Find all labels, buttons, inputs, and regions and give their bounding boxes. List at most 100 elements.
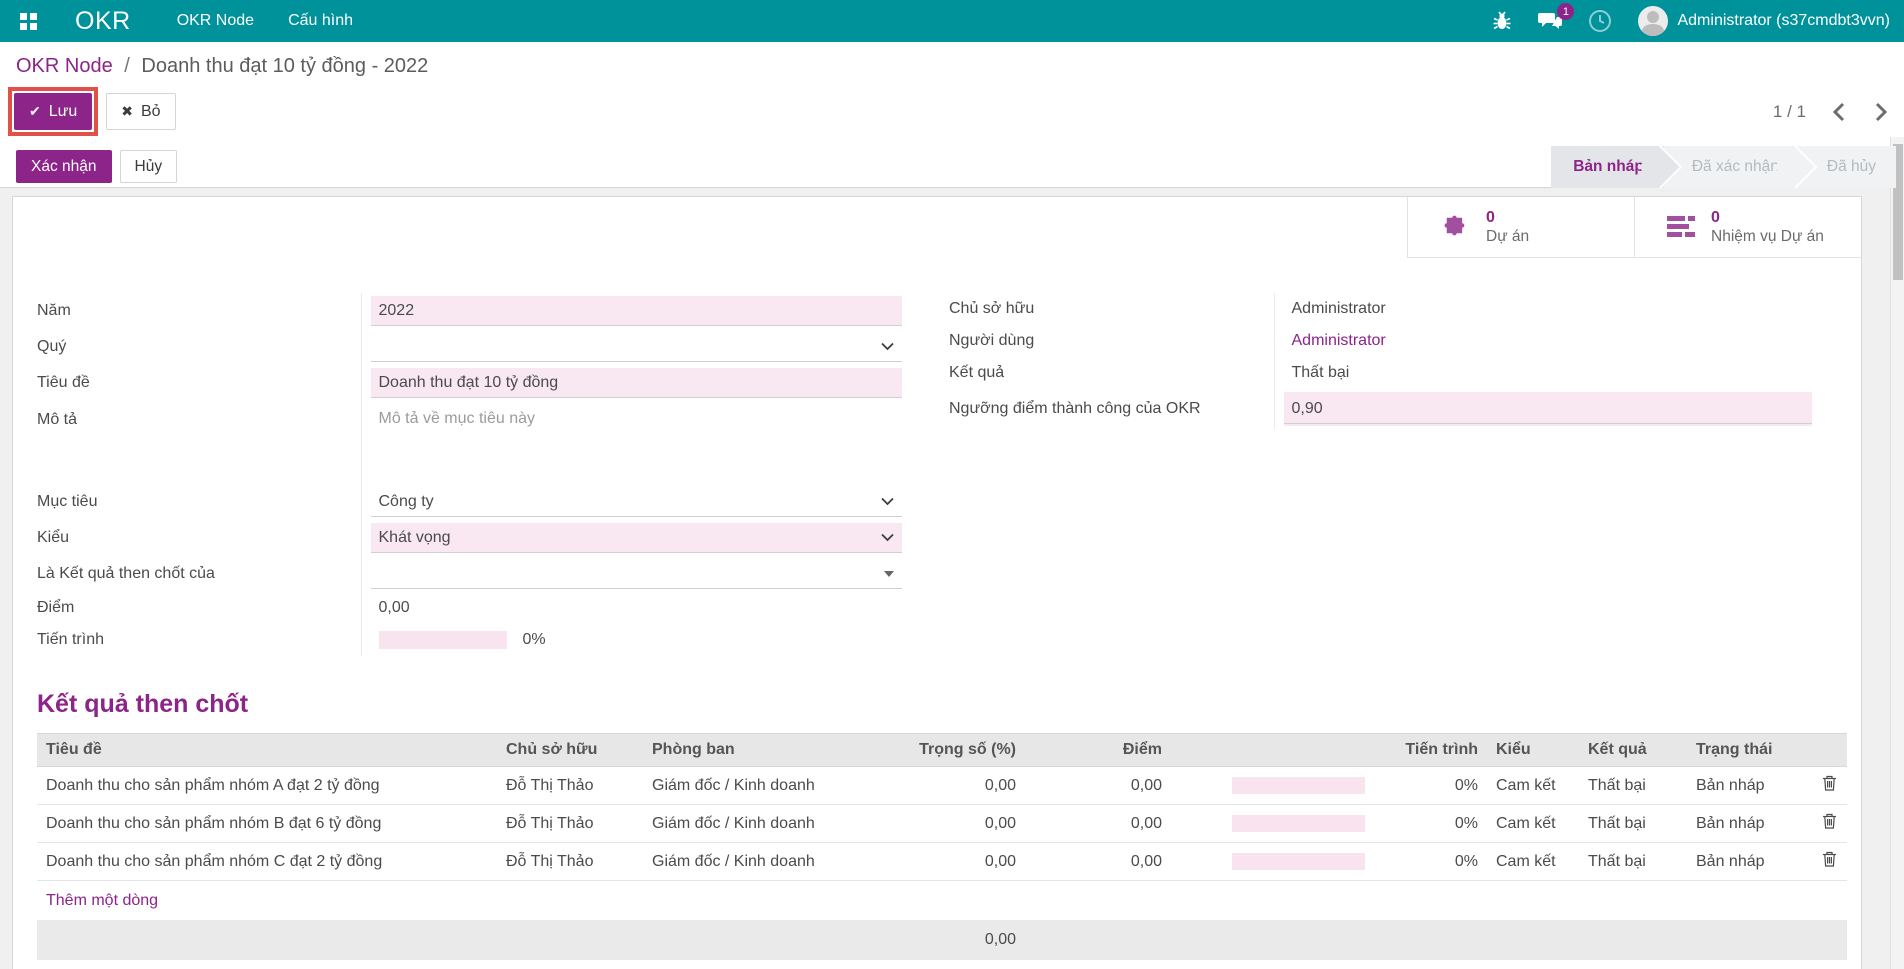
threshold-input[interactable] bbox=[1283, 394, 1812, 424]
cell-result: Thất bại bbox=[1579, 804, 1687, 843]
apps-menu-icon[interactable] bbox=[20, 12, 37, 30]
add-line-link[interactable]: Thêm một dòng bbox=[37, 881, 1845, 920]
col-progress[interactable]: Tiến trình bbox=[1171, 733, 1487, 767]
row-progress-bar bbox=[1232, 853, 1365, 870]
close-icon: ✖ bbox=[121, 103, 133, 119]
table-row[interactable]: Doanh thu cho sản phẩm nhóm C đạt 2 tỷ đ… bbox=[37, 842, 1847, 881]
cell-result: Thất bại bbox=[1579, 842, 1687, 881]
field-label-type: Kiểu bbox=[37, 529, 70, 546]
debug-bug-icon[interactable] bbox=[1492, 11, 1512, 31]
cell-dept: Giám đốc / Kinh doanh bbox=[643, 842, 873, 881]
col-actions bbox=[1811, 733, 1847, 767]
delete-row-button[interactable] bbox=[1811, 842, 1847, 881]
col-title[interactable]: Tiêu đề bbox=[37, 733, 497, 767]
progress-percent: 0% bbox=[522, 631, 546, 648]
menu-okr-node[interactable]: OKR Node bbox=[177, 12, 254, 30]
activities-clock-icon[interactable] bbox=[1588, 9, 1612, 33]
col-weight[interactable]: Trọng số (%) bbox=[873, 733, 1025, 767]
cell-score: 0,00 bbox=[1025, 766, 1171, 805]
col-state[interactable]: Trạng thái bbox=[1687, 733, 1811, 767]
field-label-quarter: Quý bbox=[37, 338, 67, 355]
user-link[interactable]: Administrator bbox=[1284, 332, 1813, 350]
state-step-draft[interactable]: Bản nháp bbox=[1551, 145, 1664, 188]
chevron-down-icon bbox=[881, 493, 894, 511]
table-header-row: Tiêu đề Chủ sở hữu Phòng ban Trọng số (%… bbox=[37, 733, 1847, 767]
pager-value[interactable]: 1 / 1 bbox=[1773, 102, 1806, 122]
confirm-button[interactable]: Xác nhận bbox=[16, 150, 112, 183]
col-result[interactable]: Kết quả bbox=[1579, 733, 1687, 767]
discard-button[interactable]: ✖ Bỏ bbox=[106, 93, 176, 130]
field-label-result: Kết quả bbox=[949, 364, 1005, 381]
breadcrumb-parent-link[interactable]: OKR Node bbox=[16, 55, 113, 77]
cell-state: Bản nháp bbox=[1687, 766, 1811, 805]
menu-cau-hinh[interactable]: Cấu hình bbox=[288, 12, 353, 30]
cell-title: Doanh thu cho sản phẩm nhóm B đạt 6 tỷ đ… bbox=[37, 804, 497, 843]
cancel-button[interactable]: Hủy bbox=[119, 150, 178, 183]
title-input[interactable] bbox=[370, 368, 902, 398]
col-score[interactable]: Điểm bbox=[1025, 733, 1171, 767]
cell-progress-percent: 0% bbox=[1454, 776, 1478, 794]
main-menu: OKR Node Cấu hình bbox=[177, 12, 353, 30]
projects-stat-button[interactable]: 0 Dự án bbox=[1407, 197, 1634, 258]
cell-score: 0,00 bbox=[1025, 804, 1171, 843]
cell-weight: 0,00 bbox=[873, 842, 1025, 881]
field-label-objective: Mục tiêu bbox=[37, 493, 98, 510]
state-step-confirmed[interactable]: Đã xác nhận bbox=[1663, 145, 1799, 188]
delete-row-button[interactable] bbox=[1811, 804, 1847, 843]
score-value: 0,00 bbox=[378, 599, 410, 616]
result-value: Thất bại bbox=[1291, 364, 1350, 381]
table-footer-row: 0,00 bbox=[37, 920, 1847, 960]
delete-row-button[interactable] bbox=[1811, 766, 1847, 805]
state-pipeline: Bản nháp Đã xác nhận Đã hủy bbox=[1551, 145, 1896, 188]
form-group-right: Chủ sở hữu Administrator Người dùng Admi… bbox=[949, 293, 1812, 429]
col-type[interactable]: Kiểu bbox=[1487, 733, 1579, 767]
key-results-section: Kết quả then chốt Tiêu đề Chủ sở hữu Phò… bbox=[13, 656, 1861, 960]
cell-owner: Đỗ Thị Thảo bbox=[497, 766, 643, 805]
breadcrumb: OKR Node / Doanh thu đạt 10 tỷ đồng - 20… bbox=[16, 55, 1888, 78]
form-fields: Năm Quý Tiêu đề bbox=[13, 197, 1861, 656]
project-tasks-count: 0 bbox=[1711, 209, 1720, 226]
message-count-badge: 1 bbox=[1557, 3, 1575, 20]
user-name: Administrator (s37cmdbt3vvn) bbox=[1677, 12, 1890, 29]
pager-previous-icon[interactable] bbox=[1832, 102, 1845, 122]
field-label-progress: Tiến trình bbox=[37, 631, 104, 648]
chevron-down-icon bbox=[881, 529, 894, 547]
project-tasks-label: Nhiệm vụ Dự án bbox=[1711, 228, 1824, 245]
type-select[interactable]: Khát vọng bbox=[370, 523, 902, 553]
project-tasks-stat-button[interactable]: 0 Nhiệm vụ Dự án bbox=[1634, 197, 1861, 258]
field-label-key-result-of: Là Kết quả then chốt của bbox=[37, 565, 215, 582]
cell-dept: Giám đốc / Kinh doanh bbox=[643, 766, 873, 805]
vertical-scrollbar[interactable] bbox=[1890, 137, 1904, 969]
cell-title: Doanh thu cho sản phẩm nhóm A đạt 2 tỷ đ… bbox=[37, 766, 497, 805]
quarter-select[interactable] bbox=[370, 332, 902, 362]
save-button[interactable]: ✔ Lưu bbox=[14, 93, 93, 130]
table-row[interactable]: Doanh thu cho sản phẩm nhóm A đạt 2 tỷ đ… bbox=[37, 766, 1847, 805]
col-owner[interactable]: Chủ sở hữu bbox=[497, 733, 643, 767]
cell-owner: Đỗ Thị Thảo bbox=[497, 842, 643, 881]
pager-next-icon[interactable] bbox=[1875, 102, 1888, 122]
messages-icon[interactable]: 1 bbox=[1538, 3, 1575, 31]
description-textarea[interactable] bbox=[370, 404, 902, 476]
col-dept[interactable]: Phòng ban bbox=[643, 733, 873, 767]
user-menu[interactable]: Administrator (s37cmdbt3vvn) bbox=[1638, 6, 1890, 36]
progress-bar bbox=[378, 631, 507, 649]
field-label-score: Điểm bbox=[37, 599, 75, 616]
objective-select[interactable]: Công ty bbox=[370, 487, 902, 517]
field-label-year: Năm bbox=[37, 302, 71, 319]
table-row[interactable]: Doanh thu cho sản phẩm nhóm B đạt 6 tỷ đ… bbox=[37, 804, 1847, 843]
row-progress-bar bbox=[1232, 777, 1365, 794]
cell-result: Thất bại bbox=[1579, 766, 1687, 805]
form-sheet: 0 Dự án 0 Nhiệm vụ Dự án Năm Q bbox=[12, 196, 1862, 969]
year-input[interactable] bbox=[370, 296, 902, 326]
projects-count: 0 bbox=[1486, 209, 1495, 226]
field-label-threshold: Ngưỡng điểm thành công của OKR bbox=[949, 400, 1201, 417]
field-label-user: Người dùng bbox=[949, 332, 1035, 349]
cell-dept: Giám đốc / Kinh doanh bbox=[643, 804, 873, 843]
cell-state: Bản nháp bbox=[1687, 804, 1811, 843]
key-result-of-input[interactable] bbox=[370, 559, 902, 589]
user-avatar bbox=[1638, 6, 1669, 36]
caret-down-icon bbox=[884, 570, 894, 577]
field-label-owner: Chủ sở hữu bbox=[949, 300, 1035, 317]
cell-type: Cam kết bbox=[1487, 804, 1579, 843]
content-area: 0 Dự án 0 Nhiệm vụ Dự án Năm Q bbox=[0, 188, 1904, 969]
